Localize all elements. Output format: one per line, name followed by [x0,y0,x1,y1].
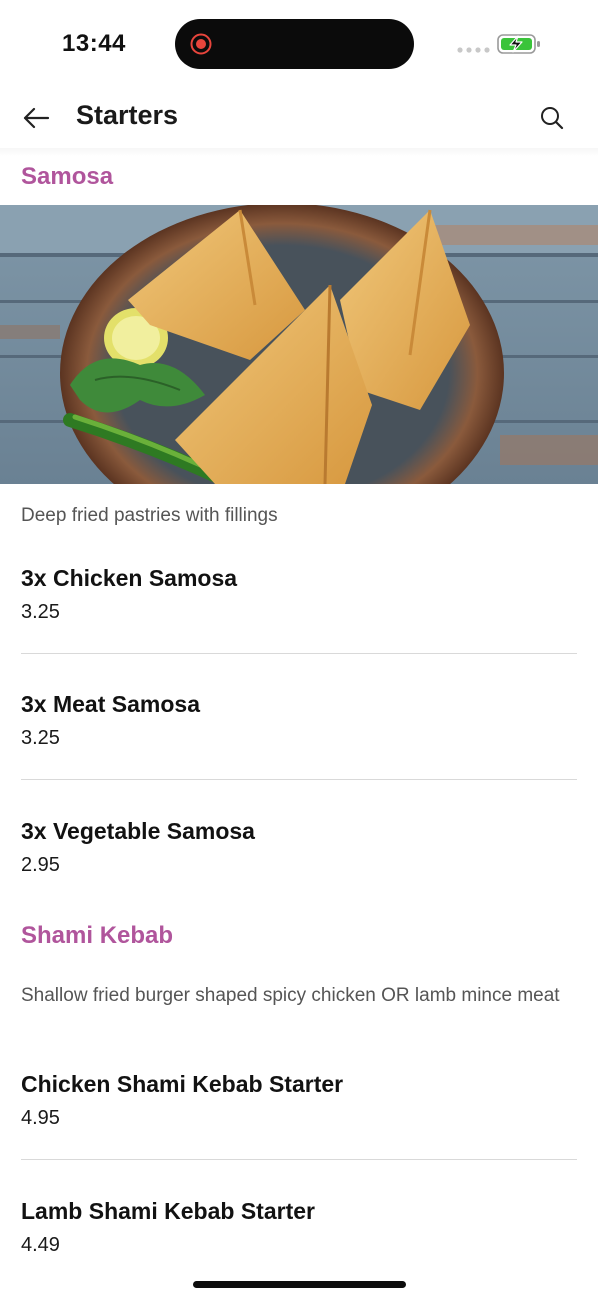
status-bar: 13:44 [0,0,598,88]
menu-item-name: Lamb Shami Kebab Starter [21,1198,315,1224]
arrow-left-icon [23,107,50,129]
signal-dots-icon [457,47,490,53]
section-description-samosa: Deep fried pastries with fillings [21,505,278,526]
search-icon [541,107,564,130]
menu-item-price: 4.49 [21,1234,60,1256]
menu-item-name: 3x Meat Samosa [21,691,200,717]
section-description-shami-kebab: Shallow fried burger shaped spicy chicke… [21,985,560,1006]
top-app-bar: Starters [0,88,598,148]
back-button[interactable] [16,98,56,138]
search-button[interactable] [532,98,572,138]
samosa-photo [0,205,598,484]
status-time: 13:44 [62,30,126,57]
menu-item[interactable]: 3x Meat Samosa 3.25 [21,689,577,751]
menu-item-name: 3x Vegetable Samosa [21,818,255,844]
menu-item[interactable]: Lamb Shami Kebab Starter 4.49 [21,1196,577,1258]
menu-item[interactable]: Chicken Shami Kebab Starter 4.95 [21,1069,577,1131]
menu-item-price: 2.95 [21,854,60,876]
dynamic-island [175,19,414,69]
item-divider [21,1159,577,1160]
menu-item-name: 3x Chicken Samosa [21,565,238,591]
menu-item-price: 4.95 [21,1107,60,1129]
menu-item[interactable]: 3x Chicken Samosa 3.25 [21,563,577,625]
menu-item-name: Chicken Shami Kebab Starter [21,1071,344,1097]
item-divider [21,653,577,654]
screen-record-icon [190,33,212,55]
menu-item-price: 3.25 [21,727,60,749]
item-divider [21,779,577,780]
header-shadow [0,148,598,156]
section-heading-shami-kebab: Shami Kebab [21,922,174,949]
page-title: Starters [76,100,179,130]
menu-item[interactable]: 3x Vegetable Samosa 2.95 [21,816,577,878]
battery-charging-icon [497,34,540,54]
menu-item-price: 3.25 [21,601,60,623]
section-heading-samosa: Samosa [21,163,114,190]
home-indicator [193,1281,406,1288]
